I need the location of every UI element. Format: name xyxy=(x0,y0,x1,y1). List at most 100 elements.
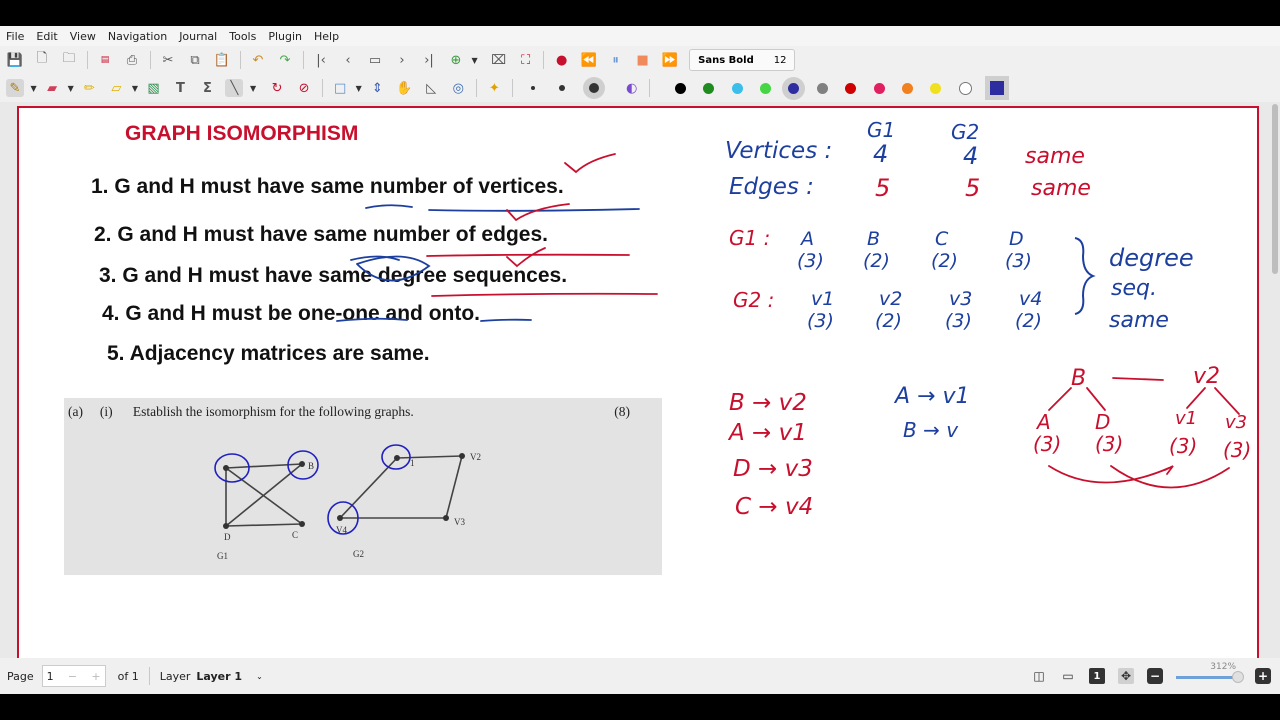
chevron-down-icon[interactable]: ▼ xyxy=(31,84,37,93)
menu-view[interactable]: View xyxy=(64,30,102,43)
color-swatch[interactable] xyxy=(816,82,828,94)
highlighter-icon[interactable]: ✏ xyxy=(80,79,98,97)
vertical-scrollbar[interactable] xyxy=(1272,104,1278,274)
menu-file[interactable]: File xyxy=(0,30,30,43)
previous-page-icon[interactable]: ‹ xyxy=(339,51,357,69)
rectangle-icon[interactable]: □ xyxy=(331,79,349,97)
brace-icon xyxy=(1074,237,1096,315)
line-icon[interactable]: ╲ xyxy=(225,79,244,97)
redo-icon[interactable]: ↷ xyxy=(276,51,294,69)
rewind-icon[interactable]: ⏪ xyxy=(580,51,598,69)
color-swatch[interactable] xyxy=(703,82,715,94)
chevron-down-icon[interactable]: ▼ xyxy=(250,84,256,93)
open-icon[interactable]: 🗀 xyxy=(60,51,78,69)
degree-value: (2) xyxy=(875,310,902,332)
custom-color-button[interactable] xyxy=(990,81,1005,95)
select-object-icon[interactable]: ⊘ xyxy=(295,79,313,97)
first-page-icon[interactable]: |‹ xyxy=(312,51,330,69)
degree-value: (3) xyxy=(1005,250,1032,272)
journal-page[interactable]: GRAPH ISOMORPHISM 1. G and H must have s… xyxy=(17,106,1259,658)
color-swatch[interactable] xyxy=(845,82,857,94)
pen-icon[interactable]: ✎ xyxy=(6,79,24,97)
default-tool-icon[interactable]: ◎ xyxy=(449,79,467,97)
note-col-g2: G2 xyxy=(951,120,980,144)
fill-icon[interactable]: ◐ xyxy=(623,79,641,97)
menu-plugin[interactable]: Plugin xyxy=(262,30,308,43)
color-swatch[interactable] xyxy=(760,82,772,94)
menu-journal[interactable]: Journal xyxy=(173,30,223,43)
text-icon[interactable]: T xyxy=(171,79,189,97)
menu-edit[interactable]: Edit xyxy=(30,30,63,43)
layer-value[interactable]: Layer 1 xyxy=(196,670,242,683)
tools-toolbar: ✎ ▼ ▰ ▼ ✏ ▱ ▼ ▧ T Σ ╲ ▼ ↻ ⊘ □ ▼ ⇕ ✋ ◺ ◎ … xyxy=(0,74,1280,102)
color-swatch[interactable] xyxy=(901,82,913,94)
layer-label: Layer xyxy=(159,669,191,683)
chevron-down-icon[interactable]: ▼ xyxy=(472,56,478,65)
last-page-icon[interactable]: ›| xyxy=(420,51,438,69)
chevron-down-icon[interactable]: ▼ xyxy=(356,84,362,93)
zoom-level: 312% xyxy=(1210,662,1236,672)
shapes-icon[interactable]: ▱ xyxy=(107,79,125,97)
menu-tools[interactable]: Tools xyxy=(223,30,262,43)
zoom-slider-handle[interactable] xyxy=(1232,671,1244,683)
hand-icon[interactable]: ✋ xyxy=(395,79,413,97)
color-swatch[interactable] xyxy=(958,81,972,95)
mapping-trees xyxy=(1048,377,1240,489)
delete-page-icon[interactable]: ⌧ xyxy=(490,51,508,69)
image-icon[interactable]: ▧ xyxy=(144,79,162,97)
minus-icon[interactable]: − xyxy=(68,670,77,683)
save-icon[interactable]: 💾 xyxy=(6,51,24,69)
mapping-right-1: A → v1 xyxy=(895,384,970,409)
font-selector[interactable]: Sans Bold 12 xyxy=(689,49,796,71)
next-page-icon[interactable]: › xyxy=(393,51,411,69)
goto-page-icon[interactable]: ▭ xyxy=(366,51,384,69)
medium-size-icon[interactable] xyxy=(558,85,565,91)
two-page-view-icon[interactable]: ◫ xyxy=(1031,668,1047,684)
note-g1-row-label: G1 : xyxy=(729,226,771,250)
new-page-icon[interactable]: 🗋 xyxy=(33,51,51,69)
export-pdf-icon[interactable]: ▤ xyxy=(96,51,114,69)
chevron-down-icon[interactable]: ▼ xyxy=(68,84,74,93)
fullscreen-icon[interactable]: ⛶ xyxy=(517,51,535,69)
select-region-icon[interactable]: ↻ xyxy=(268,79,286,97)
tree-right-child-v1: v1 xyxy=(1175,408,1198,429)
thick-size-icon[interactable] xyxy=(588,83,599,93)
vertical-space-icon[interactable]: ⇕ xyxy=(368,79,386,97)
copy-icon[interactable]: ⧉ xyxy=(186,51,204,69)
stop-icon[interactable]: ■ xyxy=(634,51,652,69)
new-page-after-icon[interactable]: ⊕ xyxy=(447,51,465,69)
mapping-3: D → v3 xyxy=(733,456,813,482)
paste-icon[interactable]: 📋 xyxy=(213,51,231,69)
tree-left-child-d: D xyxy=(1095,410,1111,434)
page-label: Page xyxy=(7,669,34,683)
color-swatch[interactable] xyxy=(731,82,743,94)
page-number-input[interactable]: 1 − + xyxy=(41,665,106,687)
canvas-area[interactable]: GRAPH ISOMORPHISM 1. G and H must have s… xyxy=(0,102,1280,658)
undo-icon[interactable]: ↶ xyxy=(249,51,267,69)
fast-forward-icon[interactable]: ⏩ xyxy=(661,51,679,69)
pause-icon[interactable]: ⏸ xyxy=(607,51,625,69)
plus-icon[interactable]: + xyxy=(91,670,100,683)
thin-size-icon[interactable] xyxy=(530,86,535,90)
color-swatch[interactable] xyxy=(873,82,885,94)
color-swatch[interactable] xyxy=(930,82,942,94)
ruler-icon[interactable]: ◺ xyxy=(422,79,440,97)
menu-navigation[interactable]: Navigation xyxy=(102,30,173,43)
chevron-down-icon[interactable]: ⌄ xyxy=(256,672,263,681)
print-icon[interactable]: ⎙ xyxy=(123,51,141,69)
record-icon[interactable]: ● xyxy=(553,51,571,69)
eraser-icon[interactable]: ▰ xyxy=(43,79,61,97)
zoom-fit-icon[interactable]: ✥ xyxy=(1118,668,1134,684)
color-swatch[interactable] xyxy=(788,82,800,94)
laser-icon[interactable]: ✦ xyxy=(485,79,503,97)
cut-icon[interactable]: ✂ xyxy=(159,51,177,69)
chevron-down-icon[interactable]: ▼ xyxy=(132,84,138,93)
tex-icon[interactable]: Σ xyxy=(198,79,216,97)
presentation-icon[interactable]: ▭ xyxy=(1060,668,1076,684)
color-swatch[interactable] xyxy=(674,82,686,94)
menu-help[interactable]: Help xyxy=(308,30,345,43)
zoom-in-icon[interactable]: + xyxy=(1255,668,1271,684)
zoom-out-icon[interactable]: − xyxy=(1147,668,1163,684)
zoom-slider[interactable] xyxy=(1176,676,1236,679)
zoom-100-icon[interactable]: 1 xyxy=(1089,668,1105,684)
